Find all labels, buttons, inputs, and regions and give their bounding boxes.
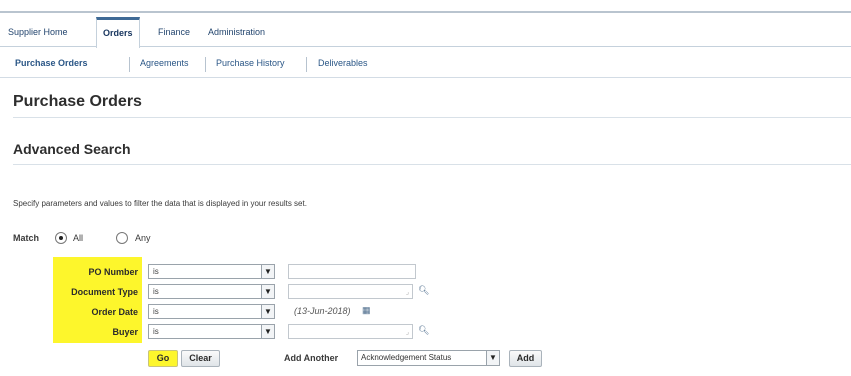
subtab-purchase-orders[interactable]: Purchase Orders [15,58,88,68]
match-all-radio[interactable] [55,232,67,244]
go-button[interactable]: Go [148,350,178,367]
sub-tabs: Purchase Orders Agreements Purchase Hist… [0,52,851,78]
match-any-radio[interactable] [116,232,128,244]
add-another-value: Acknowledgement Status [361,353,452,362]
tab-orders[interactable]: Orders [96,17,140,48]
subtab-agreements[interactable]: Agreements [140,58,189,68]
divider [13,164,851,165]
criteria-label: Document Type [71,287,138,297]
chevron-down-icon[interactable]: ▼ [261,265,274,278]
resize-grip-icon: ⌟ [405,289,409,296]
subtab-divider [205,57,206,72]
chevron-down-icon[interactable]: ▼ [261,285,274,298]
magnifier-icon[interactable]: 🔍︎ [418,325,429,336]
add-button[interactable]: Add [509,350,542,367]
subtab-divider [129,57,130,72]
operator-value: is [153,307,159,316]
subtab-purchase-history[interactable]: Purchase History [216,58,285,68]
criteria-row-document-type: Document Type is ▼ ⌟ 🔍︎ [0,284,851,302]
criteria-label: Order Date [91,307,138,317]
criteria-row-buyer: Buyer is ▼ ⌟ 🔍︎ [0,324,851,342]
tab-finance[interactable]: Finance [152,17,196,47]
add-another-label: Add Another [284,353,339,363]
operator-value: is [153,287,159,296]
subtab-deliverables[interactable]: Deliverables [318,58,368,68]
magnifier-icon[interactable]: 🔍︎ [418,285,429,296]
operator-select[interactable]: is ▼ [148,304,275,319]
buyer-input[interactable]: ⌟ [288,324,413,339]
top-border [0,11,851,13]
criteria-row-order-date: Order Date is ▼ (13-Jun-2018) ▦ [0,304,851,322]
add-another-select[interactable]: Acknowledgement Status ▼ [357,350,500,366]
operator-select[interactable]: is ▼ [148,284,275,299]
date-format-hint: (13-Jun-2018) [294,306,351,316]
global-tabs: Supplier Home Orders Finance Administrat… [0,17,851,48]
clear-button[interactable]: Clear [181,350,220,367]
chevron-down-icon[interactable]: ▼ [261,305,274,318]
match-label: Match [13,233,40,243]
divider [13,117,851,118]
operator-value: is [153,267,159,276]
po-number-input[interactable] [288,264,416,279]
criteria-label: PO Number [88,267,138,277]
chevron-down-icon[interactable]: ▼ [261,325,274,338]
operator-select[interactable]: is ▼ [148,324,275,339]
match-all-label: All [73,233,84,243]
calendar-icon[interactable]: ▦ [362,305,371,316]
criteria-label: Buyer [112,327,138,337]
page-title: Purchase Orders [13,93,142,110]
section-title: Advanced Search [13,141,131,157]
tab-administration[interactable]: Administration [202,17,271,47]
operator-value: is [153,327,159,336]
tab-supplier-home[interactable]: Supplier Home [2,17,74,47]
subtab-divider [306,57,307,72]
match-any-label: Any [135,233,151,243]
instructions-text: Specify parameters and values to filter … [13,199,307,208]
resize-grip-icon: ⌟ [405,329,409,336]
criteria-row-po-number: PO Number is ▼ [0,264,851,282]
chevron-down-icon[interactable]: ▼ [486,351,499,365]
operator-select[interactable]: is ▼ [148,264,275,279]
document-type-input[interactable]: ⌟ [288,284,413,299]
